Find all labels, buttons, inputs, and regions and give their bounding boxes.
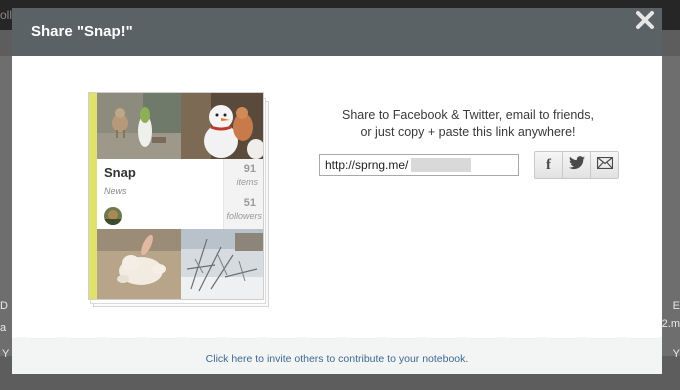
snowman-and-dog-photo	[181, 93, 263, 159]
close-x-icon	[634, 11, 656, 35]
modal-footer: Click here to invite others to contribut…	[12, 337, 662, 374]
facebook-icon: f	[546, 156, 551, 173]
modal-title: Share "Snap!"	[31, 23, 133, 40]
share-modal: Share "Snap!" Snap News 91 items 51 foll…	[12, 8, 662, 374]
snowy-trees-photo	[181, 229, 263, 299]
modal-header: Share "Snap!"	[12, 8, 662, 56]
rabbit-photo	[97, 229, 181, 299]
twitter-icon	[568, 155, 585, 175]
background-text-fragment: Y	[2, 348, 10, 360]
background-text-fragment: D	[0, 300, 8, 312]
invite-contributors-link[interactable]: Click here to invite others to contribut…	[12, 353, 662, 365]
redacted-link-portion	[411, 158, 471, 172]
email-share-button[interactable]	[590, 152, 618, 178]
notebook-category: News	[104, 186, 127, 196]
avatar	[104, 207, 122, 225]
footer-wave-divider	[12, 337, 662, 341]
notebook-spine	[89, 93, 97, 299]
share-instructions-line-2: or just copy + paste this link anywhere!	[360, 125, 576, 139]
email-icon	[596, 156, 613, 174]
close-button[interactable]	[634, 9, 656, 31]
share-instructions: Share to Facebook & Twitter, email to fr…	[320, 107, 616, 141]
facebook-share-button[interactable]: f	[535, 152, 562, 178]
background-text-fragment: Y	[672, 348, 680, 360]
background-text-fragment: 2.m	[661, 318, 680, 330]
dog-and-snowman-photo	[97, 93, 181, 159]
notebook-title[interactable]: Snap	[104, 165, 136, 180]
social-share-buttons: f	[534, 151, 619, 179]
notebook-card[interactable]: Snap News 91 items 51 followers	[88, 92, 264, 300]
followers-count: 51	[243, 197, 256, 209]
items-label: items	[236, 177, 258, 187]
share-instructions-line-1: Share to Facebook & Twitter, email to fr…	[342, 108, 594, 122]
background-text-fragment: E	[672, 300, 680, 312]
notebook-stats: 91 items 51 followers	[223, 159, 263, 229]
twitter-share-button[interactable]	[562, 152, 590, 178]
background-text-fragment: a	[0, 322, 7, 334]
items-count: 91	[243, 163, 256, 175]
followers-label: followers	[226, 211, 262, 221]
